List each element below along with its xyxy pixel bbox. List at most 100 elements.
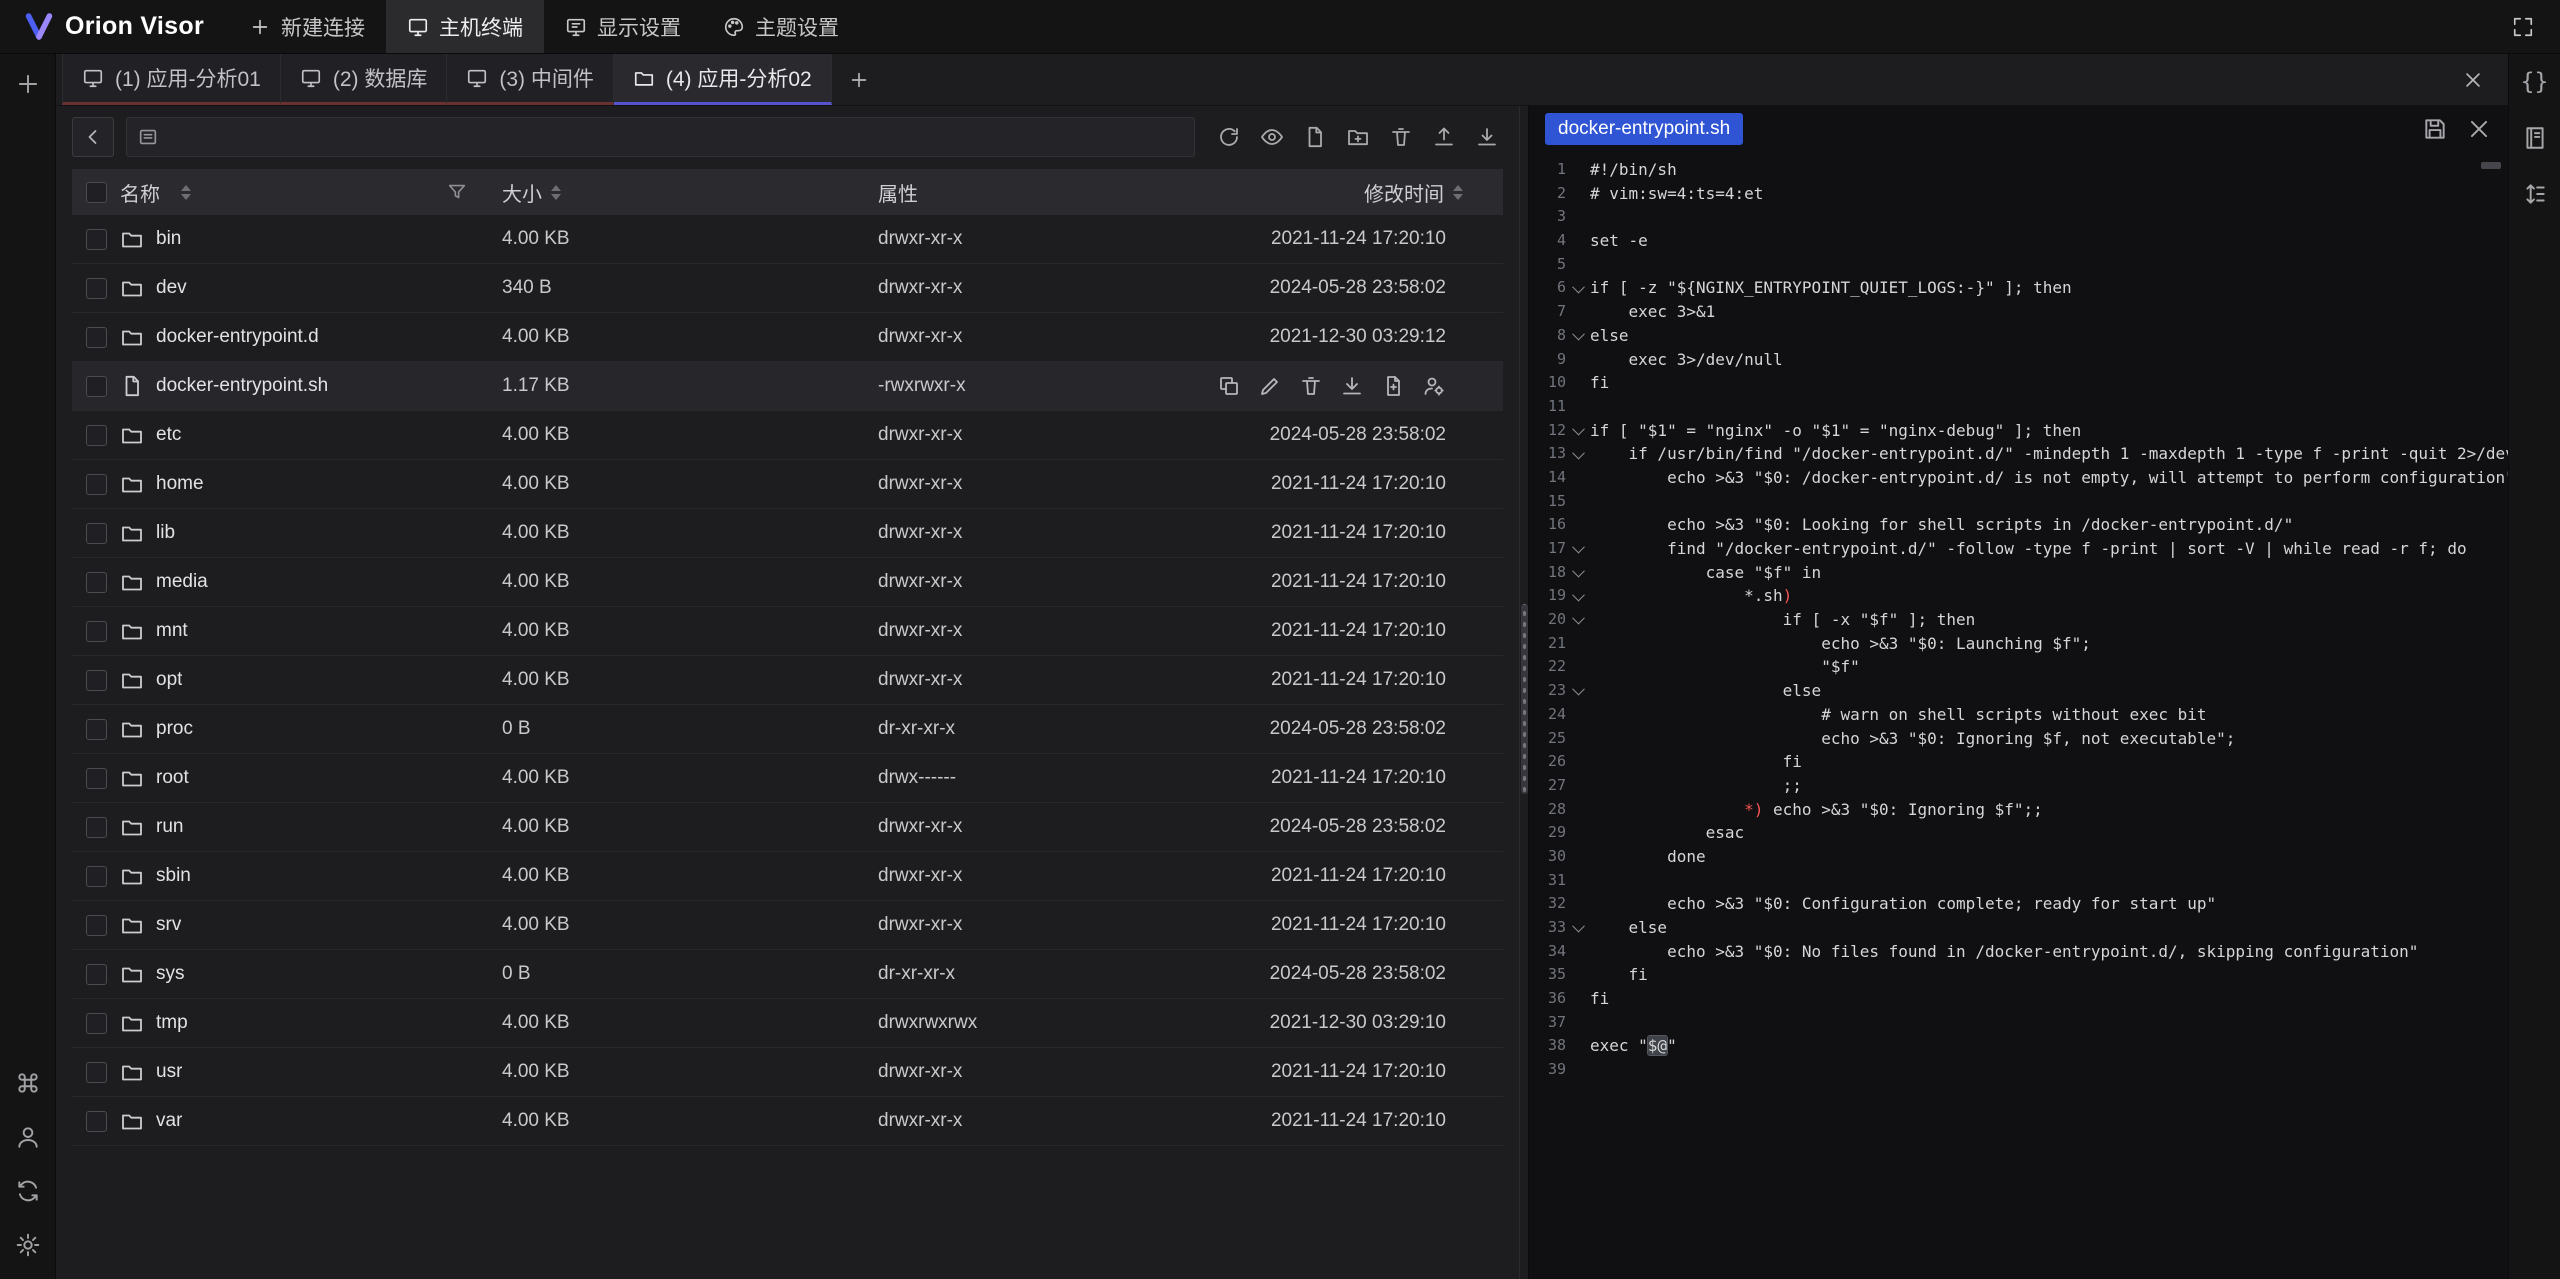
- code-line[interactable]: 4set -e: [1529, 229, 2508, 253]
- file-name[interactable]: media: [156, 571, 208, 593]
- delete-icon[interactable]: [1389, 125, 1413, 149]
- new-connection-button[interactable]: [8, 64, 48, 104]
- code-line[interactable]: 26 fi: [1529, 750, 2508, 774]
- row-checkbox[interactable]: [86, 327, 107, 348]
- file-row[interactable]: home4.00 KBdrwxr-xr-x2021-11-24 17:20:10: [72, 460, 1503, 509]
- delete-icon[interactable]: [1299, 374, 1323, 398]
- code-line[interactable]: 39: [1529, 1058, 2508, 1082]
- fold-gutter[interactable]: [1566, 324, 1590, 348]
- file-name[interactable]: proc: [156, 718, 193, 740]
- column-mtime-label[interactable]: 修改时间: [1364, 178, 1444, 207]
- column-size-label[interactable]: 大小: [502, 178, 542, 207]
- row-checkbox[interactable]: [86, 376, 107, 397]
- file-row[interactable]: mnt4.00 KBdrwxr-xr-x2021-11-24 17:20:10: [72, 607, 1503, 656]
- file-name[interactable]: dev: [156, 277, 187, 299]
- code-line[interactable]: 12if [ "$1" = "nginx" -o "$1" = "nginx-d…: [1529, 419, 2508, 443]
- download-icon[interactable]: [1340, 374, 1364, 398]
- tab-database[interactable]: (2) 数据库: [281, 54, 448, 105]
- file-name[interactable]: home: [156, 473, 204, 495]
- nav-display-settings[interactable]: 显示设置: [544, 0, 702, 53]
- file-row[interactable]: usr4.00 KBdrwxr-xr-x2021-11-24 17:20:10: [72, 1048, 1503, 1097]
- code-line[interactable]: 28 *) echo >&3 "$0: Ignoring $f";;: [1529, 798, 2508, 822]
- sort-name-button[interactable]: [181, 185, 191, 200]
- file-row[interactable]: tmp4.00 KBdrwxrwxrwx2021-12-30 03:29:10: [72, 999, 1503, 1048]
- code-line[interactable]: 10fi: [1529, 371, 2508, 395]
- file-row[interactable]: docker-entrypoint.d4.00 KBdrwxr-xr-x2021…: [72, 313, 1503, 362]
- code-line[interactable]: 11: [1529, 395, 2508, 419]
- code-line[interactable]: 2# vim:sw=4:ts=4:et: [1529, 182, 2508, 206]
- refresh-icon[interactable]: [1217, 125, 1241, 149]
- code-line[interactable]: 1#!/bin/sh: [1529, 158, 2508, 182]
- tab-app-analysis-01[interactable]: (1) 应用-分析01: [62, 54, 281, 105]
- close-all-button[interactable]: [2438, 54, 2508, 105]
- sort-size-button[interactable]: [551, 185, 561, 200]
- code-line[interactable]: 13 if /usr/bin/find "/docker-entrypoint.…: [1529, 442, 2508, 466]
- copy-icon[interactable]: [1217, 374, 1241, 398]
- code-line[interactable]: 25 echo >&3 "$0: Ignoring $f, not execut…: [1529, 727, 2508, 751]
- tab-middleware[interactable]: (3) 中间件: [447, 54, 614, 105]
- row-checkbox[interactable]: [86, 866, 107, 887]
- code-line[interactable]: 35 fi: [1529, 963, 2508, 987]
- path-list-icon[interactable]: [137, 126, 159, 148]
- row-checkbox[interactable]: [86, 1013, 107, 1034]
- nav-host-terminal[interactable]: 主机终端: [386, 0, 544, 53]
- code-line[interactable]: 17 find "/docker-entrypoint.d/" -follow …: [1529, 537, 2508, 561]
- code-line[interactable]: 37: [1529, 1011, 2508, 1035]
- notebook-button[interactable]: [2515, 118, 2555, 158]
- code-line[interactable]: 5: [1529, 253, 2508, 277]
- fold-gutter[interactable]: [1566, 276, 1590, 300]
- code-line[interactable]: 24 # warn on shell scripts without exec …: [1529, 703, 2508, 727]
- code-line[interactable]: 7 exec 3>&1: [1529, 300, 2508, 324]
- row-checkbox[interactable]: [86, 817, 107, 838]
- fold-gutter[interactable]: [1566, 608, 1590, 632]
- code-line[interactable]: 27 ;;: [1529, 774, 2508, 798]
- line-sort-button[interactable]: [2515, 174, 2555, 214]
- sort-mtime-button[interactable]: [1453, 185, 1463, 200]
- upload-icon[interactable]: [1432, 125, 1456, 149]
- row-checkbox[interactable]: [86, 425, 107, 446]
- code-line[interactable]: 34 echo >&3 "$0: No files found in /dock…: [1529, 940, 2508, 964]
- file-row[interactable]: run4.00 KBdrwxr-xr-x2024-05-28 23:58:02: [72, 803, 1503, 852]
- code-line[interactable]: 6if [ -z "${NGINX_ENTRYPOINT_QUIET_LOGS:…: [1529, 276, 2508, 300]
- code-line[interactable]: 3: [1529, 205, 2508, 229]
- code-line[interactable]: 31: [1529, 869, 2508, 893]
- code-line[interactable]: 23 else: [1529, 679, 2508, 703]
- file-row[interactable]: sys0 Bdr-xr-xr-x2024-05-28 23:58:02: [72, 950, 1503, 999]
- code-line[interactable]: 16 echo >&3 "$0: Looking for shell scrip…: [1529, 513, 2508, 537]
- splitter-grip[interactable]: [1521, 604, 1528, 794]
- fold-gutter[interactable]: [1566, 679, 1590, 703]
- row-checkbox[interactable]: [86, 474, 107, 495]
- code-line[interactable]: 9 exec 3>/dev/null: [1529, 348, 2508, 372]
- file-row[interactable]: media4.00 KBdrwxr-xr-x2021-11-24 17:20:1…: [72, 558, 1503, 607]
- select-all-checkbox[interactable]: [86, 182, 107, 203]
- code-line[interactable]: 22 "$f": [1529, 655, 2508, 679]
- file-name[interactable]: bin: [156, 228, 181, 250]
- file-name[interactable]: root: [156, 767, 189, 789]
- row-checkbox[interactable]: [86, 670, 107, 691]
- code-line[interactable]: 36fi: [1529, 987, 2508, 1011]
- download-icon[interactable]: [1475, 125, 1499, 149]
- code-line[interactable]: 14 echo >&3 "$0: /docker-entrypoint.d/ i…: [1529, 466, 2508, 490]
- fold-gutter[interactable]: [1566, 561, 1590, 585]
- code-line[interactable]: 38exec "$@": [1529, 1034, 2508, 1058]
- command-snippets-button[interactable]: [8, 1063, 48, 1103]
- editor-file-badge[interactable]: docker-entrypoint.sh: [1545, 113, 1743, 145]
- file-name[interactable]: srv: [156, 914, 181, 936]
- column-name-label[interactable]: 名称: [120, 178, 160, 207]
- fold-gutter[interactable]: [1566, 537, 1590, 561]
- code-line[interactable]: 19 *.sh): [1529, 584, 2508, 608]
- code-line[interactable]: 29 esac: [1529, 821, 2508, 845]
- file-row[interactable]: opt4.00 KBdrwxr-xr-x2021-11-24 17:20:10: [72, 656, 1503, 705]
- file-row[interactable]: lib4.00 KBdrwxr-xr-x2021-11-24 17:20:10: [72, 509, 1503, 558]
- brand[interactable]: Orion Visor: [0, 0, 228, 53]
- file-row[interactable]: dev340 Bdrwxr-xr-x2024-05-28 23:58:02: [72, 264, 1503, 313]
- transfer-button[interactable]: [8, 1171, 48, 1211]
- row-checkbox[interactable]: [86, 229, 107, 250]
- row-checkbox[interactable]: [86, 719, 107, 740]
- create-file-icon[interactable]: [1303, 125, 1327, 149]
- fullscreen-button[interactable]: [2486, 0, 2560, 53]
- file-name[interactable]: sys: [156, 963, 185, 985]
- settings-button[interactable]: [8, 1225, 48, 1265]
- code-line[interactable]: 32 echo >&3 "$0: Configuration complete;…: [1529, 892, 2508, 916]
- row-checkbox[interactable]: [86, 572, 107, 593]
